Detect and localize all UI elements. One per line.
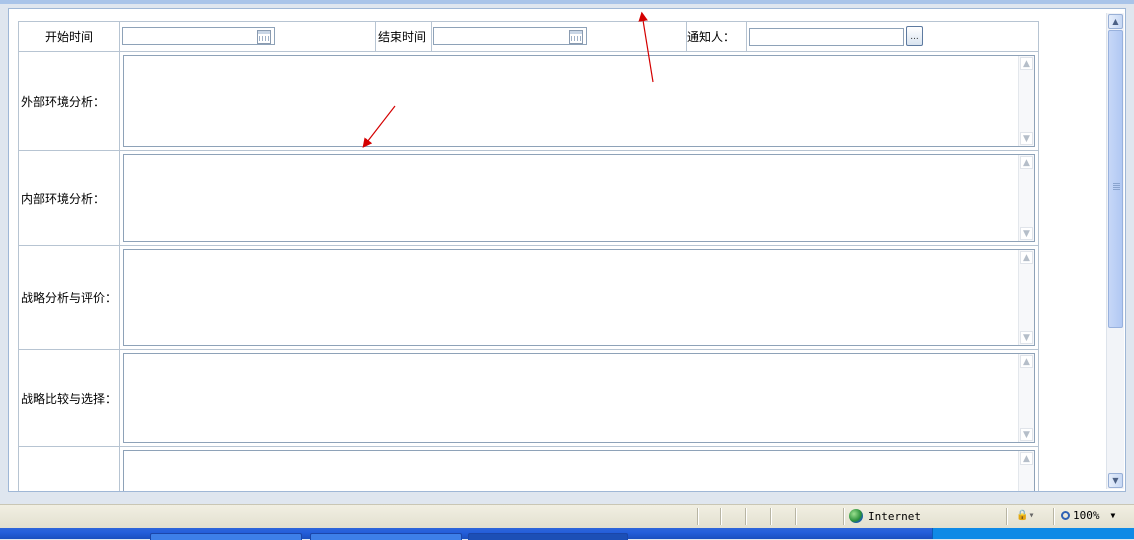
textarea-scrollbar[interactable]: ▲ ▼ — [1018, 155, 1034, 241]
strategy-eval-label: 战略分析与评价： — [19, 246, 120, 349]
notify-input[interactable] — [749, 28, 904, 46]
form-row-strategy-eval: 战略分析与评价： ▲ ▼ — [19, 246, 1038, 350]
scroll-down-icon[interactable]: ▼ — [1020, 227, 1033, 240]
strategy-eval-textarea[interactable]: ▲ ▼ — [123, 249, 1035, 346]
scrollbar-thumb[interactable] — [1108, 30, 1123, 328]
system-tray — [932, 528, 1134, 539]
textarea-scrollbar[interactable]: ▲ — [1018, 451, 1034, 491]
status-separator — [697, 508, 698, 525]
status-separator — [843, 508, 844, 525]
external-analysis-label-text: 外部环境分析： — [21, 94, 106, 109]
scroll-up-icon[interactable]: ▲ — [1020, 156, 1033, 169]
internal-analysis-label: 内部环境分析： — [19, 151, 120, 245]
textarea-scrollbar[interactable]: ▲ ▼ — [1018, 56, 1034, 146]
form-row-strategy-select: 战略比较与选择： ▲ ▼ — [19, 350, 1038, 447]
end-time-input[interactable] — [433, 27, 587, 45]
strategy-select-cell: ▲ ▼ — [120, 350, 1038, 446]
chevron-down-icon[interactable]: ▼ — [1111, 511, 1116, 520]
notify-cell: ... — [747, 22, 1038, 51]
security-zone[interactable]: Internet — [849, 509, 921, 523]
notify-label-text: 通知人： — [687, 30, 736, 44]
browser-status-bar: Internet 🔒▾ 100% ▼ — [0, 504, 1134, 528]
strategy-eval-label-text: 战略分析与评价： — [21, 291, 118, 305]
external-analysis-textarea[interactable]: ▲ ▼ — [123, 55, 1035, 147]
end-time-label: 结束时间 — [376, 22, 432, 51]
scroll-down-icon[interactable]: ▼ — [1020, 428, 1033, 441]
notify-label: 通知人： — [687, 22, 747, 51]
scroll-down-icon[interactable]: ▼ — [1020, 331, 1033, 344]
scroll-up-icon[interactable]: ▲ — [1020, 251, 1033, 264]
zoom-icon — [1061, 511, 1070, 520]
scroll-up-icon[interactable]: ▲ — [1020, 355, 1033, 368]
strategy-select-label-text: 战略比较与选择： — [21, 391, 118, 406]
external-analysis-cell: ▲ ▼ — [120, 52, 1038, 150]
content-frame: 开始时间 结束时间 通知人： ... 外部环境分析： ▲ ▼ 内部环境分析： ▲… — [8, 8, 1126, 492]
status-separator — [745, 508, 746, 525]
end-time-cell — [432, 22, 687, 51]
status-separator — [770, 508, 771, 525]
taskbar — [0, 528, 1134, 540]
page-scrollbar[interactable]: ▲ ▼ — [1106, 13, 1124, 489]
scroll-up-icon[interactable]: ▲ — [1020, 452, 1033, 465]
textarea-scrollbar[interactable]: ▲ ▼ — [1018, 250, 1034, 345]
zoom-level: 100% — [1073, 509, 1100, 522]
strategy-eval-cell: ▲ ▼ — [120, 246, 1038, 349]
next-cell: ▲ — [120, 447, 1038, 491]
internal-analysis-cell: ▲ ▼ — [120, 151, 1038, 245]
external-analysis-label: 外部环境分析： — [19, 52, 120, 150]
form-row-next: ▲ — [19, 447, 1038, 491]
internal-analysis-textarea[interactable]: ▲ ▼ — [123, 154, 1035, 242]
form-table: 开始时间 结束时间 通知人： ... 外部环境分析： ▲ ▼ 内部环境分析： ▲… — [18, 21, 1039, 491]
status-separator — [795, 508, 796, 525]
start-time-cell — [120, 22, 376, 51]
status-separator — [1053, 508, 1054, 525]
scroll-down-icon[interactable]: ▼ — [1108, 473, 1123, 488]
calendar-icon[interactable] — [569, 30, 583, 44]
strategy-select-textarea[interactable]: ▲ ▼ — [123, 353, 1035, 443]
internal-analysis-label-text: 内部环境分析： — [21, 191, 106, 206]
start-time-label-text: 开始时间 — [44, 30, 93, 44]
scroll-up-icon[interactable]: ▲ — [1020, 57, 1033, 70]
notify-picker-button[interactable]: ... — [906, 26, 923, 46]
next-label-cell — [19, 447, 120, 491]
status-separator — [1006, 508, 1007, 525]
window-top-edge — [0, 0, 1134, 4]
grip-icon — [1113, 183, 1120, 190]
form-row-external: 外部环境分析： ▲ ▼ — [19, 52, 1038, 151]
security-zone-text: Internet — [868, 509, 921, 523]
start-time-input[interactable] — [122, 27, 275, 45]
lock-icon[interactable]: 🔒▾ — [1016, 510, 1034, 521]
form-row-internal: 内部环境分析： ▲ ▼ — [19, 151, 1038, 246]
globe-icon — [849, 509, 863, 523]
start-time-label: 开始时间 — [19, 22, 120, 51]
scroll-up-icon[interactable]: ▲ — [1108, 14, 1123, 29]
scroll-down-icon[interactable]: ▼ — [1020, 132, 1033, 145]
zoom-control[interactable]: 100% ▼ — [1061, 509, 1115, 522]
textarea-scrollbar[interactable]: ▲ ▼ — [1018, 354, 1034, 442]
next-textarea[interactable]: ▲ — [123, 450, 1035, 491]
status-separator — [720, 508, 721, 525]
calendar-icon[interactable] — [257, 30, 271, 44]
end-time-label-text: 结束时间 — [378, 30, 427, 44]
form-row-time: 开始时间 结束时间 通知人： ... — [19, 22, 1038, 52]
strategy-select-label: 战略比较与选择： — [19, 350, 120, 446]
